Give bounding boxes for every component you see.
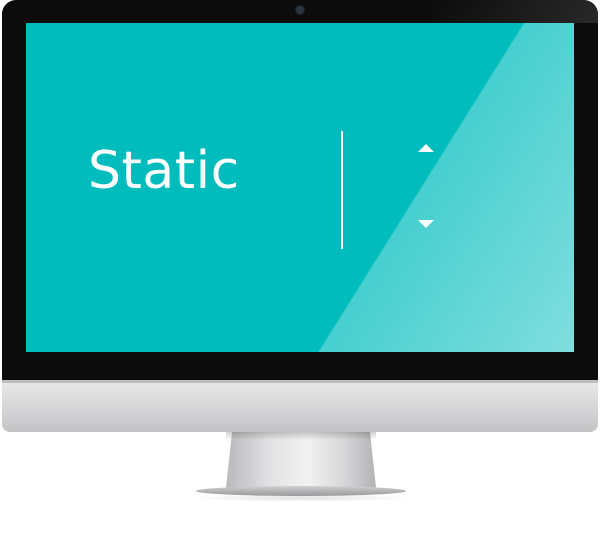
monitor-chin: [2, 380, 598, 432]
scroll-up-button[interactable]: [414, 139, 438, 155]
stand-shadow: [226, 432, 376, 440]
monitor-stand: [226, 432, 376, 488]
monitor-bezel: Static: [2, 0, 598, 380]
vertical-divider: [341, 131, 343, 249]
display-screen: Static: [26, 23, 574, 352]
triangle-down-icon: [418, 220, 434, 228]
triangle-up-icon: [418, 144, 434, 152]
monitor-base: [196, 486, 406, 496]
chin-edge: [2, 380, 598, 383]
bezel-reflection: [432, 0, 598, 23]
scroll-down-button[interactable]: [414, 217, 438, 233]
camera-icon: [296, 6, 304, 14]
static-label: Static: [88, 141, 240, 201]
monitor: Static: [2, 0, 598, 432]
